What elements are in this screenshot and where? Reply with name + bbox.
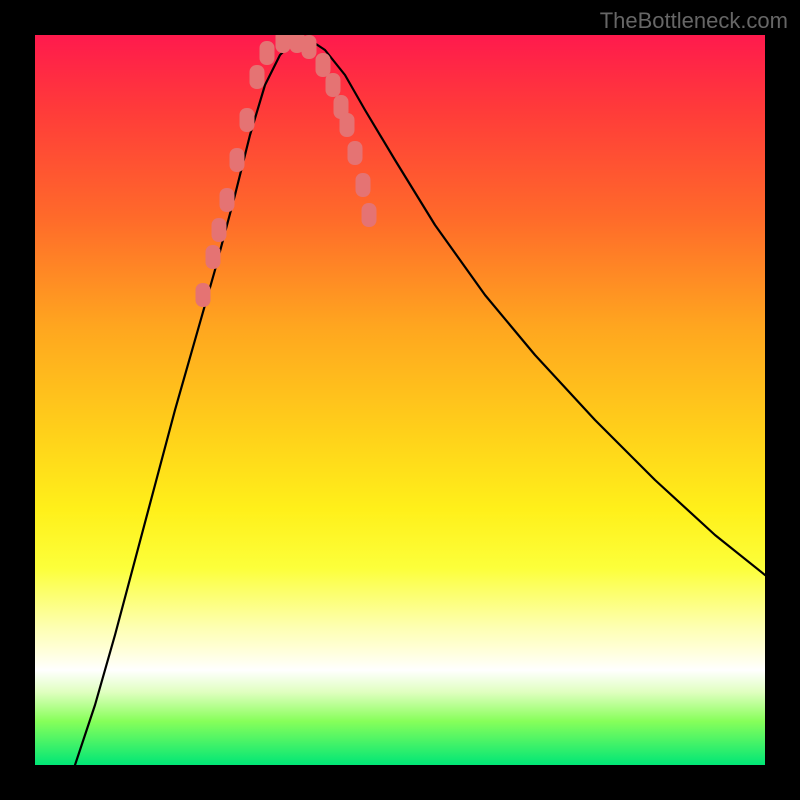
marker-point <box>276 35 291 53</box>
marker-point <box>196 283 211 307</box>
marker-point <box>340 113 355 137</box>
marker-point <box>220 188 235 212</box>
marker-group <box>196 35 377 307</box>
watermark-text: TheBottleneck.com <box>600 8 788 34</box>
marker-point <box>250 65 265 89</box>
chart-container: TheBottleneck.com <box>0 0 800 800</box>
marker-point <box>348 141 363 165</box>
marker-point <box>206 245 221 269</box>
marker-point <box>356 173 371 197</box>
marker-point <box>302 35 317 59</box>
marker-point <box>326 73 341 97</box>
marker-point <box>240 108 255 132</box>
marker-point <box>212 218 227 242</box>
curve-svg <box>35 35 765 765</box>
marker-point <box>260 41 275 65</box>
curve-path-group <box>75 40 765 765</box>
bottleneck-curve <box>75 40 765 765</box>
marker-point <box>316 53 331 77</box>
marker-point <box>362 203 377 227</box>
marker-point <box>230 148 245 172</box>
plot-area <box>35 35 765 765</box>
